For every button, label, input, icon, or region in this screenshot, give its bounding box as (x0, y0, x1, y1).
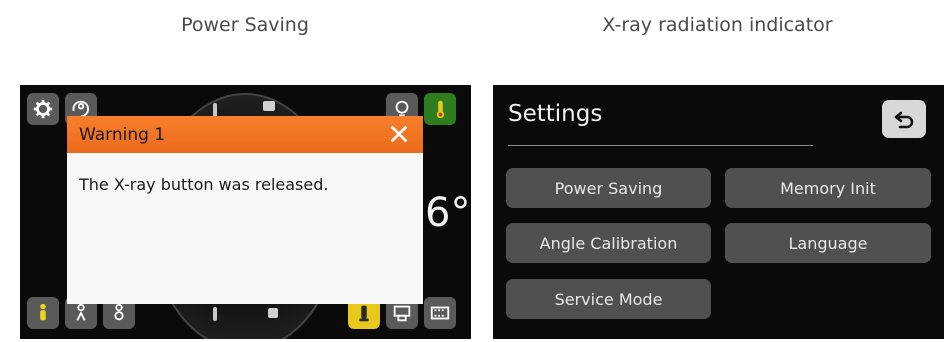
dial-tick (268, 308, 278, 318)
dialog-message: The X-ray button was released. (79, 175, 329, 194)
left-caption: Power Saving (181, 14, 309, 36)
title-divider (508, 145, 813, 146)
power-saving-button[interactable]: Power Saving (506, 168, 711, 208)
gear-icon[interactable] (27, 93, 59, 125)
thermometer-icon[interactable] (424, 93, 456, 125)
dial-tick (263, 101, 275, 111)
angle-calibration-button[interactable]: Angle Calibration (506, 223, 711, 263)
temperature-readout: 6° (425, 190, 471, 236)
film-icon[interactable] (424, 297, 456, 329)
dial-tick (213, 307, 217, 321)
memory-init-button[interactable]: Memory Init (725, 168, 931, 208)
close-icon[interactable] (385, 120, 413, 148)
dial-tick (213, 103, 217, 117)
language-button[interactable]: Language (725, 223, 931, 263)
back-button[interactable] (882, 100, 926, 138)
control-panel-screen: 6° Warning 1 The X-ray button was releas… (20, 85, 471, 339)
dialog-header: Warning 1 (67, 116, 423, 153)
person-standing-icon[interactable] (27, 297, 59, 329)
settings-screen: Settings Power Saving Memory Init Angle … (493, 85, 944, 339)
right-caption: X-ray radiation indicator (602, 14, 833, 36)
back-arrow-icon (894, 111, 914, 129)
warning-dialog: Warning 1 The X-ray button was released. (67, 116, 423, 304)
service-mode-button[interactable]: Service Mode (506, 279, 711, 319)
page-title: Settings (508, 101, 603, 127)
dialog-title: Warning 1 (79, 124, 166, 145)
